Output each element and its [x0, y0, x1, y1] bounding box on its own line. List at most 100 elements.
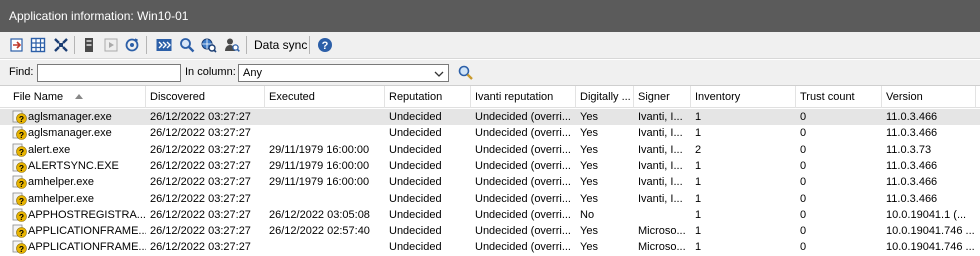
search-icon[interactable] — [457, 64, 475, 82]
cell-inventory: 1 — [695, 192, 702, 205]
sort-ascending-icon — [75, 94, 83, 99]
cell-version: 10.0.19041.746 ... — [886, 225, 975, 238]
cell-discovered: 26/12/2022 03:27:27 — [150, 192, 251, 205]
table-row[interactable]: ? APPLICATIONFRAME... 26/12/2022 03:27:27 2… — [0, 223, 980, 239]
cell-inventory: 1 — [695, 241, 702, 254]
cell-trust-count: 0 — [800, 143, 807, 156]
table-row[interactable]: ? ALERTSYNC.EXE 26/12/2022 03:27:27 29/11/1… — [0, 158, 980, 174]
cell-version: 11.0.3.466 — [886, 111, 938, 123]
forward-icon[interactable] — [154, 35, 174, 55]
table-row[interactable]: ? amhelper.exe 26/12/2022 03:27:27 Undecide… — [0, 191, 980, 207]
cell-file-name: amhelper.exe — [28, 192, 95, 205]
chevron-down-icon — [434, 71, 444, 77]
cell-file-name: aglsmanager.exe — [28, 111, 112, 123]
table-row[interactable]: ? alert.exe 26/12/2022 03:27:27 29/11/1979 … — [0, 142, 980, 158]
table-row[interactable]: ? aglsmanager.exe 26/12/2022 03:27:27 Undec… — [0, 125, 980, 141]
cell-trust-count: 0 — [800, 208, 807, 221]
column-header-signer[interactable]: Signer — [634, 86, 691, 108]
cell-inventory: 1 — [695, 111, 702, 123]
cell-ivanti-reputation: Undecided (overri... — [475, 208, 571, 221]
window-title: Application information: Win10-01 — [0, 0, 980, 32]
cell-discovered: 26/12/2022 03:27:27 — [150, 208, 251, 221]
cell-trust-count: 0 — [800, 159, 807, 172]
cell-discovered: 26/12/2022 03:27:27 — [150, 127, 251, 140]
column-header-digitally-signed[interactable]: Digitally ... — [576, 86, 634, 108]
cell-digitally-signed: Yes — [580, 241, 598, 254]
cell-digitally-signed: Yes — [580, 159, 598, 172]
cell-executed — [265, 109, 385, 125]
cell-version: 10.0.19041.746 ... — [886, 241, 975, 254]
column-header-ivanti-reputation[interactable]: Ivanti reputation — [471, 86, 576, 108]
cell-digitally-signed: Yes — [580, 143, 598, 156]
cell-executed: 29/11/1979 16:00:00 — [269, 176, 370, 189]
cell-executed: 26/12/2022 03:05:08 — [269, 208, 370, 221]
cell-reputation: Undecided — [389, 127, 442, 140]
toolbar-separator — [146, 36, 147, 54]
cell-reputation: Undecided — [389, 225, 442, 238]
cell-discovered: 26/12/2022 03:27:27 — [150, 241, 251, 254]
cell-version: 11.0.3.466 — [886, 176, 938, 189]
cell-digitally-signed: Yes — [580, 192, 598, 205]
cell-digitally-signed: No — [580, 208, 595, 221]
cell-trust-count: 0 — [800, 241, 807, 254]
cell-executed: 29/11/1979 16:00:00 — [269, 159, 370, 172]
cell-inventory: 1 — [695, 159, 702, 172]
table-row[interactable]: ? APPLICATIONFRAME... 26/12/2022 03:27:27 U… — [0, 239, 980, 255]
find-input[interactable] — [37, 64, 181, 82]
cell-file-name: APPHOSTREGISTRA... — [28, 208, 146, 221]
cell-inventory: 1 — [695, 225, 702, 238]
cell-trust-count: 0 — [800, 192, 807, 205]
export-icon[interactable] — [7, 35, 27, 55]
table-row[interactable]: ? APPHOSTREGISTRA... 26/12/2022 03:27:27 26… — [0, 207, 980, 223]
cell-file-name: alert.exe — [28, 143, 71, 156]
search-web-icon[interactable] — [177, 35, 197, 55]
cell-reputation: Undecided — [389, 176, 442, 189]
column-header-trust-count[interactable]: Trust count — [796, 86, 882, 108]
globe-search-icon[interactable] — [199, 35, 219, 55]
cell-version: 10.0.19041.1 (... — [886, 208, 967, 221]
in-column-value: Any — [243, 67, 262, 79]
cell-ivanti-reputation: Undecided (overri... — [475, 241, 571, 254]
table-row[interactable]: ? amhelper.exe 26/12/2022 03:27:27 29/11/19… — [0, 174, 980, 190]
cell-file-name: APPLICATIONFRAME... — [28, 225, 146, 238]
cell-executed: 29/11/1979 16:00:00 — [269, 143, 370, 156]
table-row[interactable]: ? aglsmanager.exe 26/12/2022 03:27:27 Undec… — [0, 109, 980, 125]
cell-reputation: Undecided — [389, 241, 442, 254]
cell-signer: Microso... — [638, 241, 686, 254]
cell-ivanti-reputation: Undecided (overri... — [475, 176, 571, 189]
cell-signer: Microso... — [638, 225, 686, 238]
refresh-icon[interactable] — [122, 35, 142, 55]
cell-discovered: 26/12/2022 03:27:27 — [150, 225, 251, 238]
expand-icon[interactable] — [51, 35, 71, 55]
cell-signer: Ivanti, I... — [638, 143, 683, 156]
device-icon[interactable] — [79, 35, 99, 55]
column-header-executed[interactable]: Executed — [265, 86, 385, 108]
column-header-version[interactable]: Version — [882, 86, 976, 108]
cell-trust-count: 0 — [800, 176, 807, 189]
cell-digitally-signed: Yes — [580, 225, 598, 238]
toolbar-separator — [74, 36, 75, 54]
in-column-select[interactable]: Any — [238, 64, 449, 82]
user-search-icon[interactable] — [222, 35, 242, 55]
data-sync-button[interactable]: Data sync — [252, 36, 309, 55]
help-icon[interactable]: ? — [315, 35, 335, 55]
table-header: File Name Discovered Executed Reputation… — [0, 86, 980, 108]
toolbar-separator — [309, 36, 310, 54]
cell-file-name: APPLICATIONFRAME... — [28, 241, 146, 254]
column-header-reputation[interactable]: Reputation — [385, 86, 471, 108]
cell-inventory: 1 — [695, 208, 702, 221]
column-header-discovered[interactable]: Discovered — [146, 86, 265, 108]
column-header-inventory[interactable]: Inventory — [691, 86, 796, 108]
toolbar-separator — [246, 36, 247, 54]
cell-discovered: 26/12/2022 03:27:27 — [150, 111, 251, 123]
play-icon[interactable] — [101, 35, 121, 55]
cell-executed — [265, 125, 385, 141]
grid-icon[interactable] — [28, 35, 48, 55]
cell-signer: Ivanti, I... — [638, 159, 683, 172]
cell-ivanti-reputation: Undecided (overri... — [475, 143, 571, 156]
cell-signer: Ivanti, I... — [638, 111, 683, 123]
cell-file-name: amhelper.exe — [28, 176, 95, 189]
cell-signer: Ivanti, I... — [638, 176, 683, 189]
cell-reputation: Undecided — [389, 159, 442, 172]
cell-executed — [265, 239, 385, 255]
